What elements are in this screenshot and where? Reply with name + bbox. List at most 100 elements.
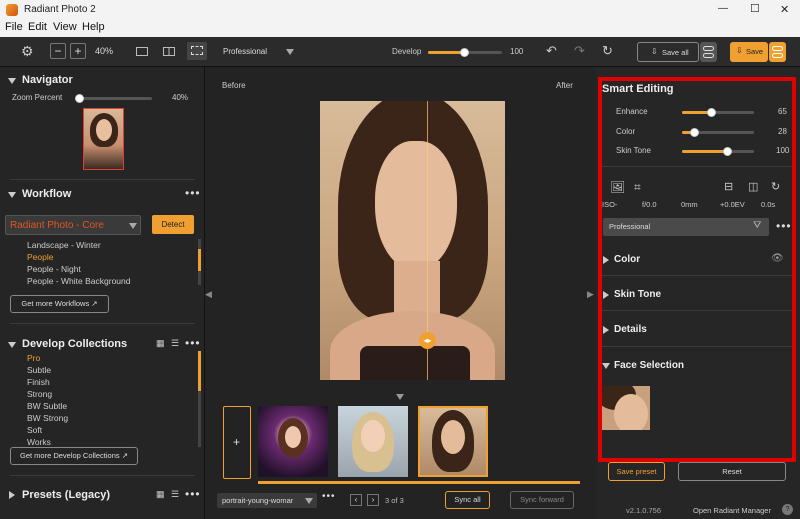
- skin-tone-section-title[interactable]: Skin Tone: [614, 289, 661, 300]
- flip-icon[interactable]: ◫: [748, 180, 758, 193]
- prev-image-button[interactable]: ‹: [350, 494, 362, 506]
- collection-item-selected[interactable]: Pro: [27, 353, 40, 363]
- expand-color-icon[interactable]: [603, 256, 609, 264]
- get-more-collections-button[interactable]: Get more Develop Collections ↗: [10, 447, 138, 465]
- collapse-face-selection-icon[interactable]: [602, 363, 610, 369]
- detect-button[interactable]: Detect: [152, 215, 194, 234]
- refresh-icon[interactable]: ↻: [602, 43, 613, 59]
- develop-collections-more-icon[interactable]: •••: [185, 336, 201, 350]
- undo-icon[interactable]: ↶: [546, 43, 557, 59]
- photo-face: [375, 141, 457, 271]
- navigator-thumbnail[interactable]: [83, 108, 124, 170]
- preset-selector[interactable]: Professional ⛛: [603, 218, 769, 236]
- collapse-workflow-icon[interactable]: [8, 192, 16, 198]
- color-slider-knob[interactable]: [690, 128, 699, 137]
- collection-item[interactable]: Strong: [27, 389, 52, 399]
- collection-item[interactable]: BW Strong: [27, 413, 68, 423]
- title-bar: Radiant Photo 2 — ☐ ✕: [0, 0, 800, 20]
- menu-edit[interactable]: Edit: [28, 21, 47, 33]
- details-section-title[interactable]: Details: [614, 324, 647, 335]
- version-label: v2.1.0.756: [626, 506, 662, 515]
- panel-divider: [602, 346, 792, 347]
- filename-dropdown[interactable]: portrait-young-womar: [217, 493, 317, 508]
- sync-forward-button[interactable]: Sync forward: [510, 491, 574, 509]
- zoom-in-button[interactable]: +: [70, 43, 86, 59]
- redo-icon[interactable]: ↷: [574, 43, 585, 59]
- filmstrip-thumbnail[interactable]: [258, 406, 328, 477]
- workflow-item[interactable]: People - White Background: [27, 276, 130, 286]
- close-button[interactable]: ✕: [780, 3, 789, 16]
- shutter-value: 0.0s: [761, 200, 776, 209]
- left-arrow-icon[interactable]: ◀: [205, 289, 212, 300]
- right-arrow-icon[interactable]: ▶: [587, 289, 594, 300]
- workflow-item[interactable]: People - Night: [27, 264, 81, 274]
- enhance-slider-knob[interactable]: [707, 108, 716, 117]
- menu-help[interactable]: Help: [82, 21, 105, 33]
- menu-view[interactable]: View: [53, 21, 77, 33]
- expand-details-icon[interactable]: [603, 326, 609, 334]
- grid-view-icon[interactable]: ▦: [156, 338, 165, 349]
- filename-more-icon[interactable]: •••: [322, 491, 336, 502]
- skin-tone-label: Skin Tone: [616, 146, 651, 155]
- help-icon[interactable]: ?: [782, 504, 793, 515]
- zoom-out-button[interactable]: −: [50, 43, 66, 59]
- filmstrip-thumbnail-selected[interactable]: [418, 406, 488, 477]
- collection-item[interactable]: Works: [27, 437, 51, 447]
- collection-item[interactable]: Finish: [27, 377, 50, 387]
- expand-skin-tone-icon[interactable]: [603, 291, 609, 299]
- grid-view-icon[interactable]: ▦: [156, 489, 165, 500]
- save-button[interactable]: ⇩ Save: [730, 42, 768, 62]
- presets-more-icon[interactable]: •••: [185, 487, 201, 501]
- rotate-icon[interactable]: ↻: [771, 180, 780, 193]
- sync-all-button[interactable]: Sync all: [445, 491, 490, 509]
- face-thumbnail[interactable]: [602, 386, 650, 430]
- zoom-percent-knob[interactable]: [75, 94, 84, 103]
- save-all-options-button[interactable]: [700, 42, 717, 62]
- add-image-button[interactable]: +: [223, 406, 251, 479]
- settings-gear-icon[interactable]: ⚙: [21, 43, 34, 60]
- minimize-button[interactable]: —: [718, 3, 728, 14]
- list-view-icon[interactable]: ☰: [171, 338, 179, 349]
- reset-button[interactable]: Reset: [678, 462, 786, 481]
- split-view-icon[interactable]: [187, 42, 207, 60]
- workflow-item-selected[interactable]: People: [27, 252, 53, 262]
- face-selection-section-title[interactable]: Face Selection: [614, 360, 684, 371]
- collapse-navigator-icon[interactable]: [8, 78, 16, 84]
- compare-icon[interactable]: ⊟: [724, 180, 733, 193]
- collection-item[interactable]: BW Subtle: [27, 401, 67, 411]
- collapse-develop-collections-icon[interactable]: [8, 342, 16, 348]
- save-all-button[interactable]: ⇩ Save all: [637, 42, 699, 62]
- menu-file[interactable]: File: [5, 21, 23, 33]
- list-view-icon[interactable]: ☰: [171, 489, 179, 500]
- preset-more-icon[interactable]: •••: [776, 219, 792, 233]
- maximize-button[interactable]: ☐: [750, 2, 760, 15]
- external-link-icon: ↗: [91, 299, 98, 308]
- develop-slider-knob[interactable]: [460, 48, 469, 57]
- save-options-button[interactable]: [769, 42, 786, 62]
- get-more-workflows-button[interactable]: Get more Workflows ↗: [10, 295, 109, 313]
- main-photo[interactable]: ◂▸: [320, 101, 505, 380]
- workflow-item[interactable]: Landscape - Winter: [27, 240, 101, 250]
- color-section-title[interactable]: Color: [614, 254, 640, 265]
- side-by-side-view-icon[interactable]: [163, 47, 175, 56]
- split-handle[interactable]: ◂▸: [419, 332, 436, 349]
- eye-icon[interactable]: 👁: [771, 253, 784, 264]
- collection-item[interactable]: Soft: [27, 425, 42, 435]
- collection-item[interactable]: Subtle: [27, 365, 51, 375]
- filmstrip-thumbnail[interactable]: [338, 406, 408, 477]
- preset-dropdown[interactable]: Professional: [223, 47, 267, 56]
- workflow-more-icon[interactable]: •••: [185, 186, 201, 200]
- zoom-percent-slider[interactable]: [78, 97, 152, 100]
- crop-icon: ⌗: [634, 180, 641, 194]
- collections-scrollbar[interactable]: [198, 351, 201, 447]
- skin-tone-slider-knob[interactable]: [723, 147, 732, 156]
- expand-presets-icon[interactable]: [9, 491, 15, 499]
- workflow-scrollbar[interactable]: [198, 239, 201, 285]
- filmstrip-toggle-icon[interactable]: [396, 394, 404, 400]
- save-preset-button[interactable]: Save preset: [608, 462, 665, 481]
- workflow-dropdown[interactable]: Radiant Photo - Core: [5, 215, 141, 235]
- radiant-manager-link[interactable]: Open Radiant Manager: [693, 506, 771, 515]
- chevron-down-icon[interactable]: [286, 49, 294, 55]
- single-view-icon[interactable]: [136, 47, 148, 56]
- next-image-button[interactable]: ›: [367, 494, 379, 506]
